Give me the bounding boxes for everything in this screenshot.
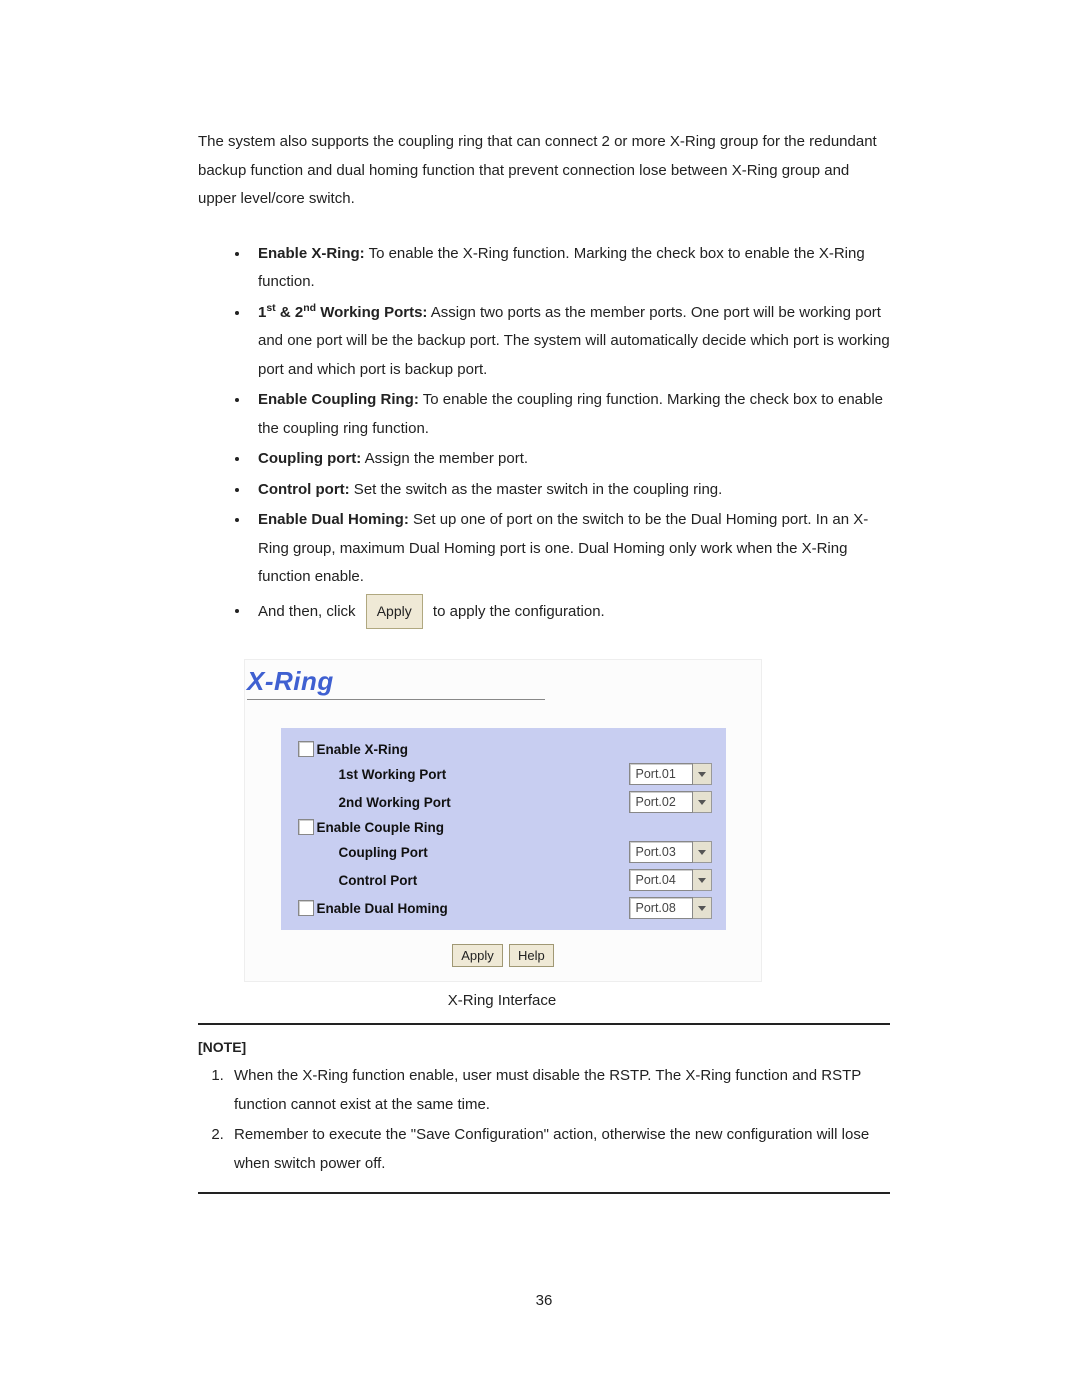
checkbox-enable-couple[interactable] (298, 819, 314, 835)
select-first-wp[interactable]: Port.01 (629, 763, 712, 785)
checkbox-enable-dual[interactable] (298, 900, 314, 916)
bullet-control-port: Control port: Set the switch as the mast… (250, 476, 890, 505)
checkbox-enable-xring[interactable] (298, 741, 314, 757)
select-coupling-port[interactable]: Port.03 (629, 841, 712, 863)
row-first-wp: 1st Working Port Port.01 (281, 760, 726, 788)
select-control-port[interactable]: Port.04 (629, 869, 712, 891)
label-enable-dual: Enable Dual Homing (317, 901, 629, 916)
label-first-wp: 1st Working Port (317, 767, 629, 782)
apply-button[interactable]: Apply (452, 944, 503, 967)
xring-panel: X-Ring Enable X-Ring 1st Working Port Po… (244, 659, 762, 982)
chevron-down-icon (693, 841, 712, 863)
select-second-wp[interactable]: Port.02 (629, 791, 712, 813)
label-second-wp: 2nd Working Port (317, 795, 629, 810)
row-enable-xring: Enable X-Ring (281, 738, 726, 760)
chevron-down-icon (693, 897, 712, 919)
select-dual-homing[interactable]: Port.08 (629, 897, 712, 919)
note-item-1: When the X-Ring function enable, user mu… (228, 1061, 890, 1120)
bullet-enable-coupling: Enable Coupling Ring: To enable the coup… (250, 386, 890, 443)
chevron-down-icon (693, 791, 712, 813)
config-box: Enable X-Ring 1st Working Port Port.01 2… (281, 728, 726, 930)
row-second-wp: 2nd Working Port Port.02 (281, 788, 726, 816)
bullet-coupling-port: Coupling port: Assign the member port. (250, 445, 890, 474)
bullet-list: Enable X-Ring: To enable the X-Ring func… (198, 240, 890, 630)
label-coupling-port: Coupling Port (317, 845, 629, 860)
chevron-down-icon (693, 763, 712, 785)
help-button[interactable]: Help (509, 944, 554, 967)
note-list: When the X-Ring function enable, user mu… (198, 1061, 890, 1178)
note-item-2: Remember to execute the "Save Configurat… (228, 1120, 890, 1179)
row-enable-couple: Enable Couple Ring (281, 816, 726, 838)
chevron-down-icon (693, 869, 712, 891)
bullet-apply: And then, click Apply to apply the confi… (250, 594, 890, 630)
bullet-enable-xring: Enable X-Ring: To enable the X-Ring func… (250, 240, 890, 297)
apply-button-inline[interactable]: Apply (366, 594, 423, 630)
page-number: 36 (198, 1292, 890, 1309)
row-coupling-port: Coupling Port Port.03 (281, 838, 726, 866)
label-control-port: Control Port (317, 873, 629, 888)
label-enable-xring: Enable X-Ring (317, 742, 712, 757)
panel-title: X-Ring (245, 660, 761, 697)
bullet-enable-dual-homing: Enable Dual Homing: Set up one of port o… (250, 506, 890, 592)
figure-caption: X-Ring Interface (244, 992, 760, 1009)
row-control-port: Control Port Port.04 (281, 866, 726, 894)
divider-bottom (198, 1192, 890, 1194)
label-enable-couple: Enable Couple Ring (317, 820, 712, 835)
panel-rule (247, 699, 545, 700)
intro-paragraph: The system also supports the coupling ri… (198, 128, 890, 214)
divider-top (198, 1023, 890, 1025)
bullet-working-ports: 1st & 2nd Working Ports: Assign two port… (250, 299, 890, 385)
note-heading: [NOTE] (198, 1039, 890, 1055)
row-enable-dual: Enable Dual Homing Port.08 (281, 894, 726, 922)
